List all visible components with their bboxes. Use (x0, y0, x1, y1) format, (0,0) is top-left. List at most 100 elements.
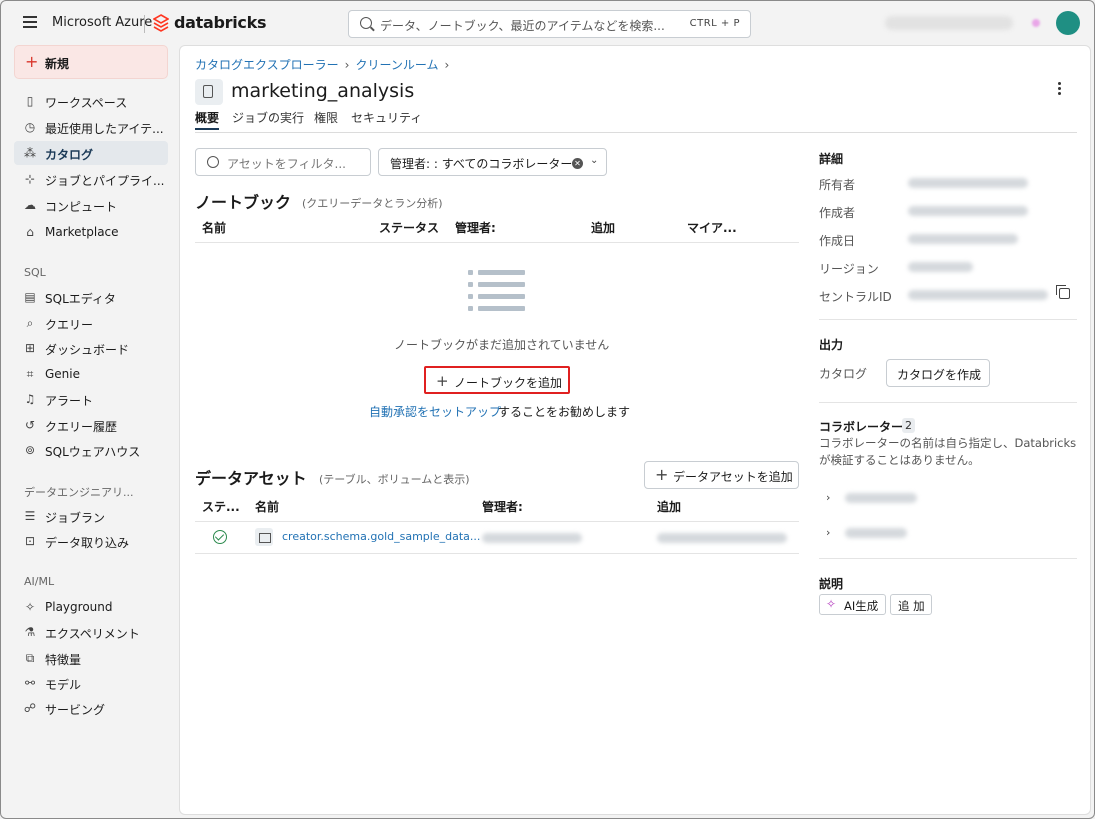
sidebar-item-label: Playground (45, 600, 113, 614)
sidebar-item-catalog[interactable]: ⁂ カタログ (14, 141, 168, 165)
sidebar-item-marketplace[interactable]: ⌂ Marketplace (14, 220, 168, 244)
add-notebook-label: ノートブックを追加 (454, 376, 563, 390)
new-button-label: 新規 (45, 57, 70, 71)
tab-overview[interactable]: 概要 (195, 109, 219, 126)
create-catalog-button[interactable]: カタログを作成 (886, 359, 990, 387)
model-icon: ⚯ (24, 676, 36, 690)
owner-filter-dropdown[interactable]: 管理者: : すべてのコラボレーター ✕ ⌄ (378, 148, 607, 176)
empty-list-icon (468, 270, 528, 316)
details-creator-value (908, 206, 1028, 216)
sidebar: + 新規 ▯ ワークスペース ◷ 最近使用したアイテ... ⁂ カタログ ⊹ ジ… (1, 45, 179, 818)
sidebar-item-job-runs[interactable]: ☰ ジョブラン (14, 504, 168, 528)
column-header-status[interactable]: ステ... (202, 498, 240, 515)
chevron-right-icon[interactable]: › (826, 491, 830, 504)
setup-auto-approval-link[interactable]: 自動承認をセットアップ (369, 403, 501, 420)
bell-icon: ♫ (24, 392, 36, 406)
collaborators-heading: コラボレーター (819, 420, 904, 434)
sidebar-item-serving[interactable]: ☍ サービング (14, 696, 168, 720)
global-search-input[interactable]: データ、ノートブック、最近のアイテムなどを検索... CTRL + P (348, 10, 751, 38)
ai-generate-button[interactable]: ✧ AI生成 (819, 594, 886, 615)
column-header-owner[interactable]: 管理者: (482, 498, 523, 515)
sidebar-item-label: クエリー (45, 318, 94, 332)
sidebar-item-features[interactable]: ⧉ 特徴量 (14, 646, 168, 670)
details-created-value (908, 234, 1018, 244)
add-description-button[interactable]: 追 加 (890, 594, 932, 615)
sidebar-item-playground[interactable]: ✧ Playground (14, 595, 168, 619)
asset-filter-input[interactable]: アセットをフィルタ... (195, 148, 371, 176)
sidebar-item-experiments[interactable]: ⚗ エクスペリメント (14, 620, 168, 644)
sidebar-item-label: 最近使用したアイテ... (45, 122, 164, 136)
sidebar-item-label: アラート (45, 394, 94, 408)
search-icon (360, 17, 372, 29)
empty-state-message: ノートブックがまだ追加されていません (394, 338, 610, 352)
auto-approval-text: することをお勧めします (498, 405, 631, 419)
column-header-status[interactable]: ステータス (379, 219, 439, 236)
column-header-name[interactable]: 名前 (202, 219, 226, 236)
sidebar-item-sql-warehouses[interactable]: ⊚ SQLウェアハウス (14, 438, 168, 462)
notebooks-subtitle: (クエリーデータとラン分析) (302, 197, 443, 210)
sidebar-item-models[interactable]: ⚯ モデル (14, 671, 168, 695)
user-avatar[interactable] (1056, 11, 1080, 35)
add-description-label: 追 加 (898, 599, 925, 613)
search-placeholder: データ、ノートブック、最近のアイテムなどを検索... (380, 19, 665, 33)
sidebar-item-genie[interactable]: ⌗ Genie (14, 362, 168, 386)
column-header-added[interactable]: 追加 (657, 498, 681, 515)
details-divider (819, 402, 1077, 403)
sidebar-item-label: ジョブラン (45, 511, 106, 525)
menu-icon[interactable] (23, 16, 37, 28)
add-data-asset-button[interactable]: + データアセットを追加 (644, 461, 799, 489)
sidebar-item-workspace[interactable]: ▯ ワークスペース (14, 89, 168, 113)
add-notebook-button[interactable]: + ノートブックを追加 (424, 366, 570, 394)
asset-name-link[interactable]: creator.schema.gold_sample_data... (282, 530, 480, 543)
tab-job-runs[interactable]: ジョブの実行 (232, 109, 304, 126)
collaborator-item[interactable] (845, 493, 917, 503)
sidebar-item-data-ingestion[interactable]: ⊡ データ取り込み (14, 529, 168, 553)
dashboard-icon: ⊞ (24, 341, 36, 355)
sidebar-section-sql: SQL (24, 266, 46, 279)
details-region-value (908, 262, 973, 272)
ai-generate-label: AI生成 (844, 599, 879, 613)
databricks-brand[interactable]: databricks (174, 13, 266, 32)
sidebar-item-label: クエリー履歴 (45, 420, 118, 434)
tab-permissions[interactable]: 権限 (314, 109, 338, 126)
sparkle-icon: ✧ (24, 600, 36, 614)
sidebar-item-sql-editor[interactable]: ▤ SQLエディタ (14, 285, 168, 309)
feature-icon: ⧉ (25, 651, 35, 665)
new-button[interactable]: + 新規 (14, 45, 168, 79)
more-options-icon[interactable] (1058, 82, 1062, 96)
breadcrumb-catalog-explorer[interactable]: カタログエクスプローラー (195, 58, 339, 72)
clock-icon: ◷ (24, 120, 36, 134)
tab-divider (195, 132, 1077, 133)
sidebar-section-data-engineering: データエンジニアリ... (24, 486, 134, 499)
data-assets-subtitle: (テーブル、ボリュームと表示) (319, 473, 470, 486)
workspace-selector[interactable] (885, 16, 1013, 30)
sidebar-item-jobs[interactable]: ⊹ ジョブとパイプライ... (14, 167, 168, 191)
breadcrumb-clean-rooms[interactable]: クリーンルーム (355, 58, 438, 72)
copy-icon[interactable] (1056, 285, 1070, 299)
sidebar-item-alerts[interactable]: ♫ アラート (14, 387, 168, 411)
column-header-owner[interactable]: 管理者: (455, 219, 496, 236)
sidebar-item-compute[interactable]: ☁ コンピュート (14, 193, 168, 217)
column-header-added[interactable]: 追加 (591, 219, 615, 236)
column-header-name[interactable]: 名前 (255, 498, 279, 515)
sidebar-item-label: ワークスペース (45, 96, 128, 110)
active-tab-indicator (195, 128, 219, 130)
collaborator-item[interactable] (845, 528, 907, 538)
query-icon: ⌕ (26, 316, 34, 330)
sidebar-item-dashboards[interactable]: ⊞ ダッシュボード (14, 336, 168, 360)
chevron-right-icon[interactable]: › (826, 526, 830, 539)
assistant-icon[interactable] (1032, 19, 1040, 27)
column-header-my-assets[interactable]: マイア... (687, 219, 737, 236)
list-icon: ☰ (24, 509, 36, 523)
sidebar-item-label: Marketplace (45, 225, 119, 239)
clear-filter-icon[interactable]: ✕ (572, 158, 583, 169)
sidebar-item-recents[interactable]: ◷ 最近使用したアイテ... (14, 115, 168, 139)
tab-security[interactable]: セキュリティ (351, 109, 422, 126)
sidebar-item-label: ジョブとパイプライ... (45, 174, 165, 188)
notebooks-heading: ノートブック (195, 193, 292, 212)
plus-icon: + (655, 465, 669, 484)
sidebar-item-label: カタログ (45, 148, 94, 162)
sidebar-item-queries[interactable]: ⌕ クエリー (14, 311, 168, 335)
sidebar-item-query-history[interactable]: ↺ クエリー履歴 (14, 413, 168, 437)
main-panel: カタログエクスプローラー › クリーンルーム › marketing_analysis… (179, 45, 1091, 815)
